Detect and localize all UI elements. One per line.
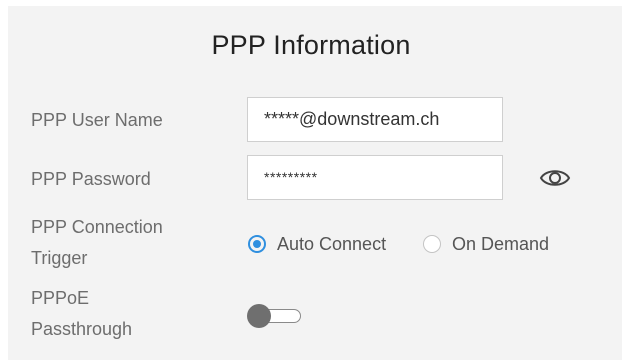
radio-unselected-icon[interactable] [423, 235, 441, 253]
radio-on-demand-label: On Demand [452, 233, 550, 254]
eye-icon[interactable] [539, 166, 571, 190]
toggle-knob [247, 304, 271, 328]
radio-selected-icon[interactable] [248, 235, 266, 253]
passthrough-label-line2: Passthrough [31, 319, 133, 339]
password-field[interactable]: ********* [247, 155, 503, 200]
username-field[interactable]: *****@downstream.ch [247, 97, 503, 142]
passthrough-toggle[interactable] [247, 304, 303, 328]
radio-on-demand[interactable]: On Demand [423, 230, 549, 258]
username-label: PPP User Name [31, 110, 163, 130]
radio-auto-connect-label: Auto Connect [277, 233, 387, 254]
page-title: PPP Information [211, 30, 411, 60]
trigger-label-line1: PPP Connection [31, 217, 163, 237]
radio-auto-connect[interactable]: Auto Connect [248, 230, 386, 258]
passthrough-label-line1: PPPoE [31, 288, 90, 308]
password-label: PPP Password [31, 169, 151, 189]
trigger-label-line2: Trigger [31, 248, 88, 268]
